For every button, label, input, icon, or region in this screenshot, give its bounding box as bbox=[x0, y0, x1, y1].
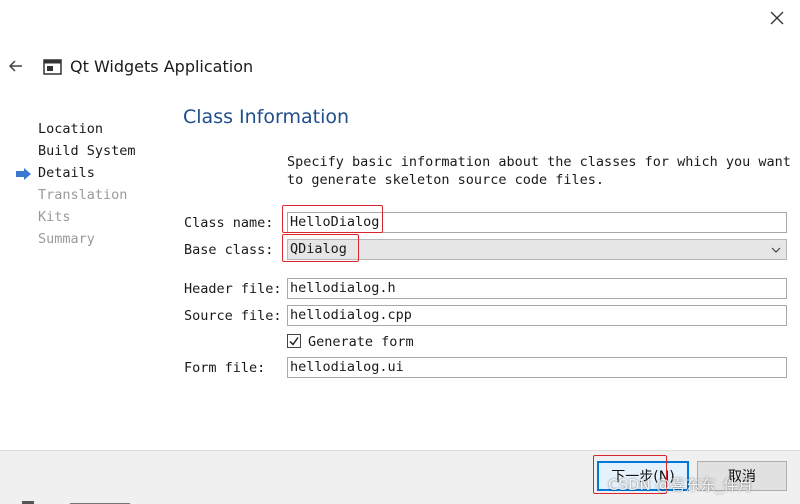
step-build-system: Build System bbox=[38, 143, 136, 159]
page-description: Specify basic information about the clas… bbox=[287, 154, 791, 188]
source-file-input[interactable]: hellodialog.cpp bbox=[287, 305, 787, 326]
watermark: CSDN @喜东东_伴月 bbox=[608, 476, 754, 494]
current-step-arrow-icon bbox=[15, 166, 33, 180]
step-translation: Translation bbox=[38, 187, 128, 203]
header-file-value: hellodialog.h bbox=[290, 280, 396, 296]
step-summary: Summary bbox=[38, 231, 95, 247]
base-class-label: Base class: bbox=[184, 242, 274, 258]
generate-form-checkbox[interactable] bbox=[287, 334, 301, 348]
base-class-highlight bbox=[282, 234, 359, 262]
checkmark-icon bbox=[289, 337, 299, 346]
base-class-select[interactable]: QDialog bbox=[287, 239, 787, 260]
source-file-label: Source file: bbox=[184, 308, 282, 324]
close-icon bbox=[770, 11, 784, 25]
step-details: Details bbox=[38, 165, 95, 181]
form-file-label: Form file: bbox=[184, 360, 266, 376]
class-name-label: Class name: bbox=[184, 215, 274, 231]
source-file-value: hellodialog.cpp bbox=[290, 307, 412, 323]
header-file-input[interactable]: hellodialog.h bbox=[287, 278, 787, 299]
class-name-highlight bbox=[282, 205, 383, 233]
page-title: Class Information bbox=[183, 106, 350, 128]
underlying-window-edge bbox=[0, 494, 230, 504]
close-button[interactable] bbox=[764, 6, 790, 30]
wizard-title: Qt Widgets Application bbox=[70, 57, 254, 76]
application-window-icon bbox=[43, 58, 63, 76]
form-file-input[interactable]: hellodialog.ui bbox=[287, 357, 787, 378]
step-location: Location bbox=[38, 121, 104, 137]
step-kits: Kits bbox=[38, 209, 71, 225]
chevron-down-icon bbox=[771, 247, 781, 253]
back-button[interactable] bbox=[6, 56, 26, 76]
back-arrow-icon bbox=[8, 60, 22, 72]
form-file-value: hellodialog.ui bbox=[290, 359, 404, 375]
header-file-label: Header file: bbox=[184, 281, 282, 297]
generate-form-label[interactable]: Generate form bbox=[308, 334, 414, 350]
